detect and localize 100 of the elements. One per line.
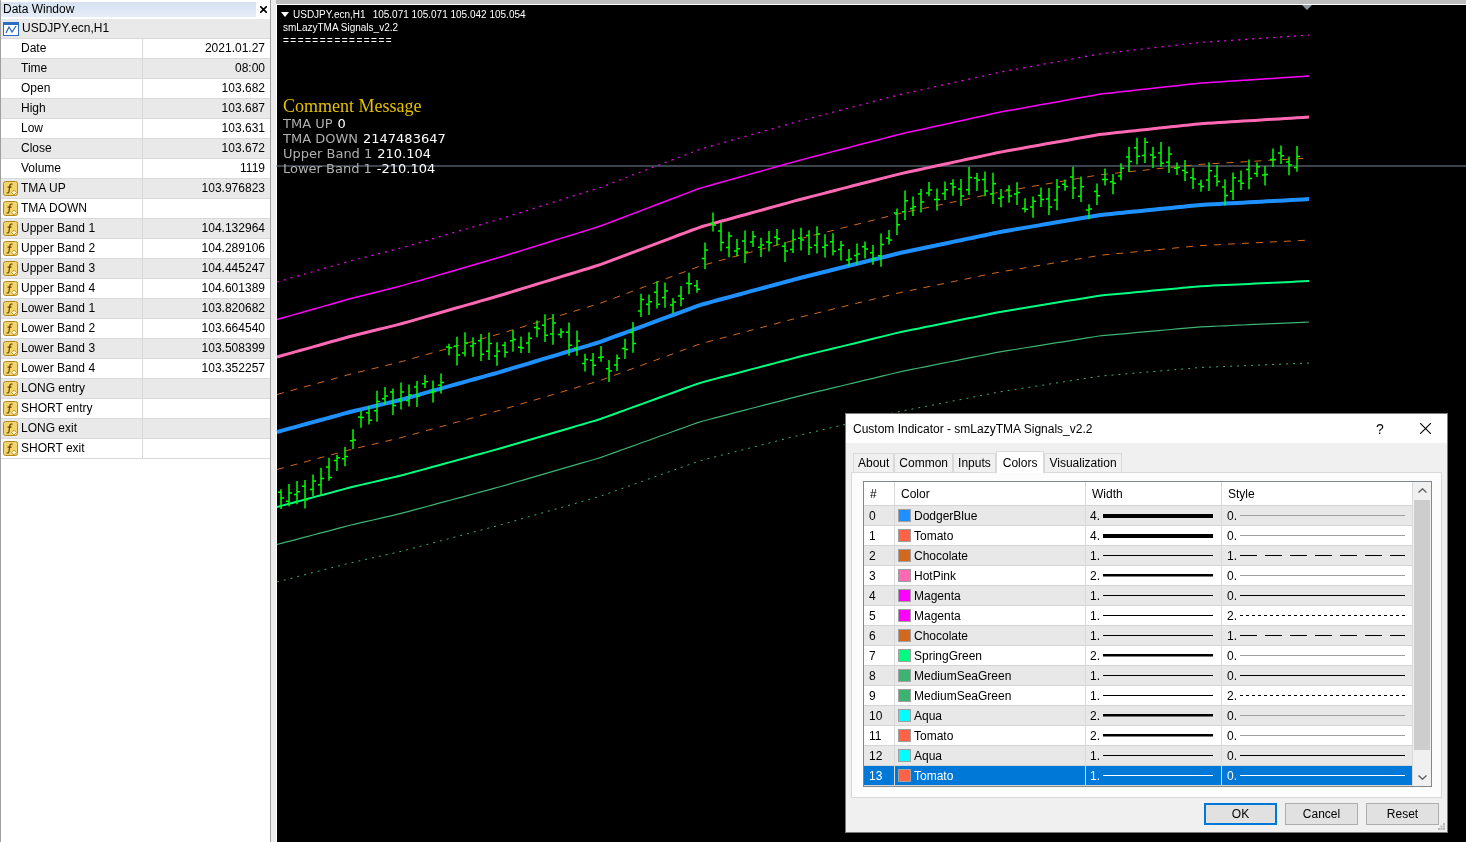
- indicator-name: Upper Band 1: [21, 220, 96, 237]
- indicator-name: Upper Band 4: [21, 280, 96, 297]
- field-value: 104.289106: [201, 240, 265, 257]
- style-value: 0.: [1227, 647, 1237, 665]
- row-index: 10: [869, 707, 883, 725]
- dialog-button[interactable]: OK: [1204, 803, 1277, 825]
- symbol-name: USDJPY.ecn,H1: [22, 20, 110, 37]
- color-name: Tomato: [914, 767, 954, 785]
- row-index: 4: [869, 587, 876, 605]
- indicator-name: LONG entry: [21, 380, 86, 397]
- field-value: 1119: [240, 160, 265, 177]
- width-value: 1.: [1090, 767, 1100, 785]
- color-name: Magenta: [914, 587, 961, 605]
- field-value: 103.687: [221, 100, 265, 117]
- width-value: 2.: [1090, 727, 1100, 745]
- close-button[interactable]: [256, 2, 270, 17]
- indicator-name: Lower Band 4: [21, 360, 96, 377]
- width-value: 1.: [1090, 687, 1100, 705]
- field-value: 104.445247: [201, 260, 265, 277]
- function-icon: [3, 421, 18, 436]
- style-value: 2.: [1227, 607, 1237, 625]
- style-value: 0.: [1227, 707, 1237, 725]
- function-icon: [3, 221, 18, 236]
- row-index: 9: [869, 687, 876, 705]
- indicator-name: Lower Band 3: [21, 340, 96, 357]
- color-name: SpringGreen: [914, 647, 983, 665]
- field-value: 103.820682: [201, 300, 265, 317]
- row-index: 12: [869, 747, 883, 765]
- width-value: 1.: [1090, 747, 1100, 765]
- dialog-button[interactable]: Cancel: [1285, 803, 1358, 825]
- style-value: 0.: [1227, 747, 1237, 765]
- row-index: 6: [869, 627, 876, 645]
- field-value: 103.672: [221, 140, 265, 157]
- field-label: High: [21, 100, 46, 117]
- color-name: Aqua: [914, 747, 943, 765]
- style-value: 0.: [1227, 587, 1237, 605]
- table-row[interactable]: 6 Chocolate 1. 1.: [864, 626, 1413, 646]
- quote-values: 105.071 105.071 105.042 105.054: [372, 8, 526, 21]
- table-row[interactable]: 4 Magenta 1. 0.: [864, 586, 1413, 606]
- field-label: Open: [21, 80, 51, 97]
- indicator-name: Lower Band 1: [21, 300, 96, 317]
- indicator-name: LONG exit: [21, 420, 77, 437]
- function-icon: [3, 261, 18, 276]
- style-value: 0.: [1227, 767, 1237, 785]
- panel-title: Data Window: [2, 2, 76, 17]
- caret-down-icon[interactable]: [281, 12, 289, 17]
- field-value: 103.682: [221, 80, 265, 97]
- field-label: Close: [21, 140, 52, 157]
- color-name: Magenta: [914, 607, 961, 625]
- dialog-button[interactable]: Reset: [1366, 803, 1439, 825]
- function-icon: [3, 401, 18, 416]
- width-value: 2.: [1090, 647, 1100, 665]
- field-value: 104.601389: [201, 280, 265, 297]
- row-index: 5: [869, 607, 876, 625]
- function-icon: [3, 381, 18, 396]
- indicator-name: Upper Band 3: [21, 260, 96, 277]
- width-value: 1.: [1090, 607, 1100, 625]
- chevron-down-icon[interactable]: [1417, 775, 1427, 780]
- function-icon: [3, 201, 18, 216]
- resize-grip-icon[interactable]: [1438, 823, 1445, 830]
- row-index: 13: [869, 767, 883, 785]
- indicator-name: SHORT exit: [21, 440, 85, 457]
- color-name: Aqua: [914, 707, 943, 725]
- table-row[interactable]: 10 Aqua 2. 0.: [864, 706, 1413, 726]
- function-icon: [3, 341, 18, 356]
- table-row[interactable]: 13 Tomato 1. 0.: [864, 766, 1413, 786]
- indicator-name: Lower Band 2: [21, 320, 96, 337]
- function-icon: [3, 301, 18, 316]
- color-name: MediumSeaGreen: [914, 687, 1012, 705]
- field-value: 08:00: [234, 60, 265, 77]
- row-index: 11: [869, 727, 882, 745]
- style-value: 2.: [1227, 687, 1237, 705]
- field-value: 103.508399: [201, 340, 265, 357]
- field-value: 104.132964: [201, 220, 265, 237]
- field-value: 2021.01.27: [204, 40, 265, 57]
- field-label: Date: [21, 40, 47, 57]
- indicator-name: TMA DOWN: [21, 200, 87, 217]
- row-index: 7: [869, 647, 876, 665]
- field-value: 103.976823: [201, 180, 265, 197]
- color-name: Chocolate: [914, 627, 969, 645]
- field-value: 103.664540: [201, 320, 265, 337]
- function-icon: [3, 441, 18, 456]
- function-icon: [3, 241, 18, 256]
- field-value: 103.352257: [201, 360, 265, 377]
- field-label: Time: [21, 60, 48, 77]
- chart-icon: [3, 21, 19, 36]
- style-value: 0.: [1227, 667, 1237, 685]
- width-value: 2.: [1090, 707, 1100, 725]
- width-value: 1.: [1090, 627, 1100, 645]
- chart-symbol: USDJPY.ecn,H1: [293, 8, 366, 21]
- indicator-name: TMA UP: [21, 180, 66, 197]
- close-icon: [259, 6, 267, 13]
- function-icon: [3, 181, 18, 196]
- color-name: Tomato: [914, 727, 954, 745]
- field-label: Low: [21, 120, 43, 137]
- table-row[interactable]: 8 MediumSeaGreen 1. 0.: [864, 666, 1413, 686]
- function-icon: [3, 361, 18, 376]
- table-row[interactable]: 12 Aqua 1. 0.: [864, 746, 1413, 766]
- row-index: 8: [869, 667, 876, 685]
- function-icon: [3, 281, 18, 296]
